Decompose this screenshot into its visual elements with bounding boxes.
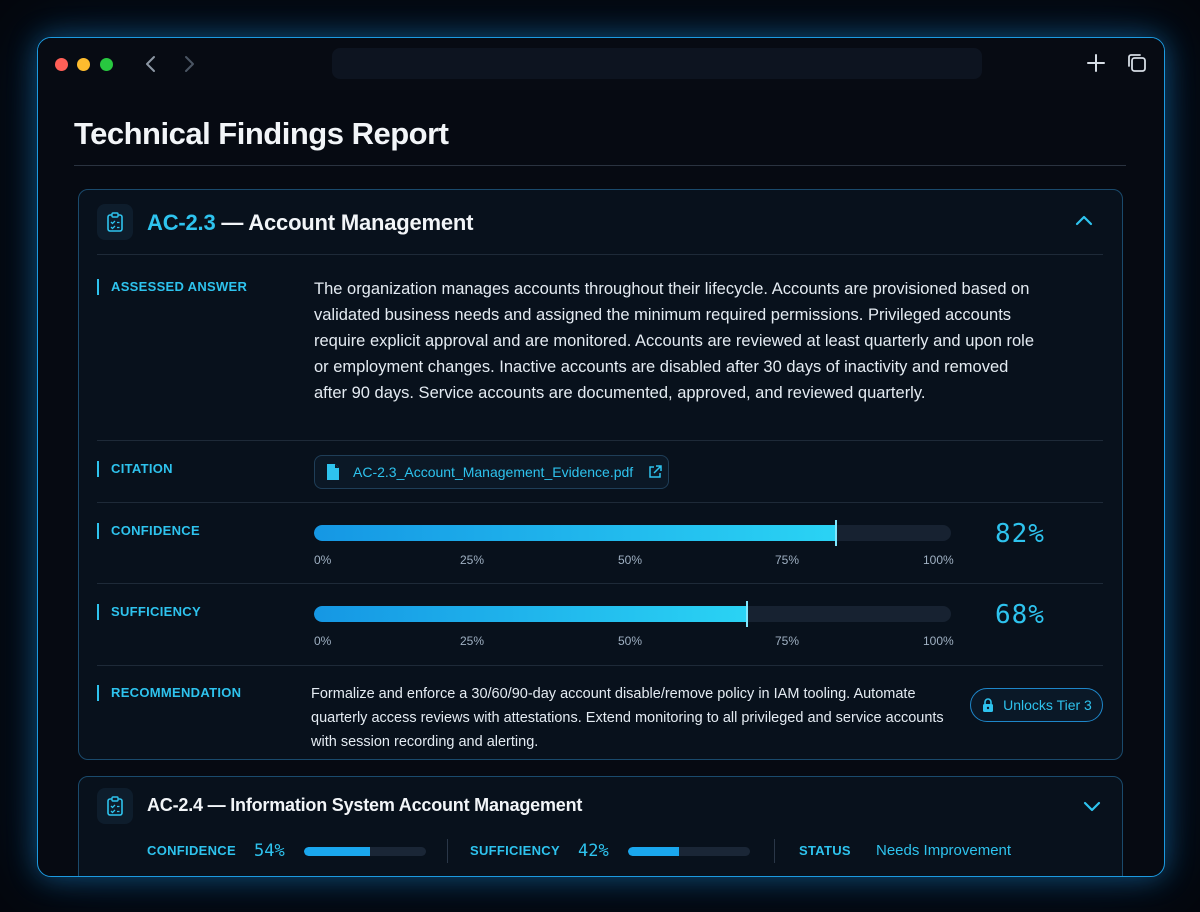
confidence-marker bbox=[835, 520, 837, 546]
scale-tick: 25% bbox=[460, 634, 485, 648]
finding-name: — Account Management bbox=[215, 210, 474, 235]
scale-tick: 50% bbox=[618, 634, 643, 648]
scale-tick: 25% bbox=[460, 553, 485, 567]
chevron-left-icon[interactable] bbox=[138, 51, 164, 77]
maximize-window-button[interactable] bbox=[100, 58, 113, 71]
confidence-bar-fill bbox=[314, 525, 836, 541]
divider bbox=[97, 254, 1103, 255]
browser-window: Technical Findings Report AC-2.3 — Accou… bbox=[37, 37, 1165, 877]
lock-icon bbox=[983, 698, 994, 712]
clipboard-check-icon bbox=[97, 788, 133, 824]
assessed-answer-text: The organization manages accounts throug… bbox=[314, 280, 1034, 402]
scale-tick: 100% bbox=[923, 553, 954, 567]
plus-icon[interactable] bbox=[1084, 51, 1108, 75]
sufficiency-marker bbox=[746, 601, 748, 627]
confidence-label: CONFIDENCE bbox=[97, 523, 200, 539]
finding-code: AC-2.3 bbox=[147, 210, 216, 235]
page-title: Technical Findings Report bbox=[74, 116, 449, 151]
divider bbox=[97, 665, 1103, 666]
close-window-button[interactable] bbox=[55, 58, 68, 71]
status-label: STATUS bbox=[799, 843, 851, 858]
recommendation-text: Formalize and enforce a 30/60/90-day acc… bbox=[311, 686, 944, 750]
finding-title[interactable]: AC-2.4 — Information System Account Mana… bbox=[147, 795, 582, 816]
scale-tick: 0% bbox=[314, 634, 332, 648]
clipboard-check-icon bbox=[97, 204, 133, 240]
recommendation-label: RECOMMENDATION bbox=[97, 685, 241, 701]
sufficiency-bar bbox=[314, 606, 951, 622]
confidence-value: 82% bbox=[995, 519, 1045, 549]
scale-tick: 0% bbox=[314, 553, 332, 567]
confidence-bar-fill bbox=[304, 847, 370, 856]
confidence-bar bbox=[304, 847, 426, 856]
divider bbox=[97, 440, 1103, 441]
citation-label: CITATION bbox=[97, 461, 173, 477]
confidence-scale: 0% 25% 50% 75% 100% bbox=[314, 553, 964, 567]
confidence-value: 54% bbox=[254, 841, 285, 861]
unlock-tier-button[interactable]: Unlocks Tier 3 bbox=[970, 688, 1103, 722]
sufficiency-scale: 0% 25% 50% 75% 100% bbox=[314, 634, 964, 648]
title-divider bbox=[74, 165, 1126, 166]
sufficiency-label: SUFFICIENCY bbox=[470, 843, 560, 858]
finding-title[interactable]: AC-2.3 — Account Management bbox=[147, 210, 473, 236]
tabs-icon[interactable] bbox=[1125, 51, 1149, 75]
confidence-bar bbox=[314, 525, 951, 541]
sufficiency-label: SUFFICIENCY bbox=[97, 604, 201, 620]
document-icon bbox=[327, 464, 339, 480]
page-content: Technical Findings Report AC-2.3 — Accou… bbox=[38, 90, 1164, 876]
divider bbox=[97, 502, 1103, 503]
sufficiency-bar-fill bbox=[314, 606, 747, 622]
assessed-answer-label: ASSESSED ANSWER bbox=[97, 279, 247, 295]
separator bbox=[774, 839, 775, 863]
title-bar bbox=[38, 38, 1164, 90]
finding-card-ac-2-3: AC-2.3 — Account Management ASSESSED ANS… bbox=[78, 189, 1123, 760]
minimize-window-button[interactable] bbox=[77, 58, 90, 71]
sufficiency-bar-fill bbox=[628, 847, 679, 856]
address-bar[interactable] bbox=[332, 48, 982, 79]
external-link-icon bbox=[649, 465, 662, 478]
scale-tick: 50% bbox=[618, 553, 643, 567]
sufficiency-bar bbox=[628, 847, 750, 856]
chevron-right-icon[interactable] bbox=[176, 51, 202, 77]
scale-tick: 100% bbox=[923, 634, 954, 648]
scale-tick: 75% bbox=[775, 553, 800, 567]
confidence-label: CONFIDENCE bbox=[147, 843, 236, 858]
separator bbox=[447, 839, 448, 863]
status-badge: Needs Improvement bbox=[876, 842, 1012, 859]
unlock-tier-label: Unlocks Tier 3 bbox=[1003, 697, 1092, 713]
citation-link[interactable]: AC-2.3_Account_Management_Evidence.pdf bbox=[314, 455, 669, 489]
scale-tick: 75% bbox=[775, 634, 800, 648]
finding-card-ac-2-4: AC-2.4 — Information System Account Mana… bbox=[78, 776, 1123, 876]
sufficiency-value: 68% bbox=[995, 600, 1045, 630]
chevron-up-icon[interactable] bbox=[1073, 210, 1095, 232]
chevron-down-icon[interactable] bbox=[1081, 795, 1103, 817]
divider bbox=[97, 583, 1103, 584]
sufficiency-value: 42% bbox=[578, 841, 609, 861]
citation-filename: AC-2.3_Account_Management_Evidence.pdf bbox=[353, 464, 634, 480]
